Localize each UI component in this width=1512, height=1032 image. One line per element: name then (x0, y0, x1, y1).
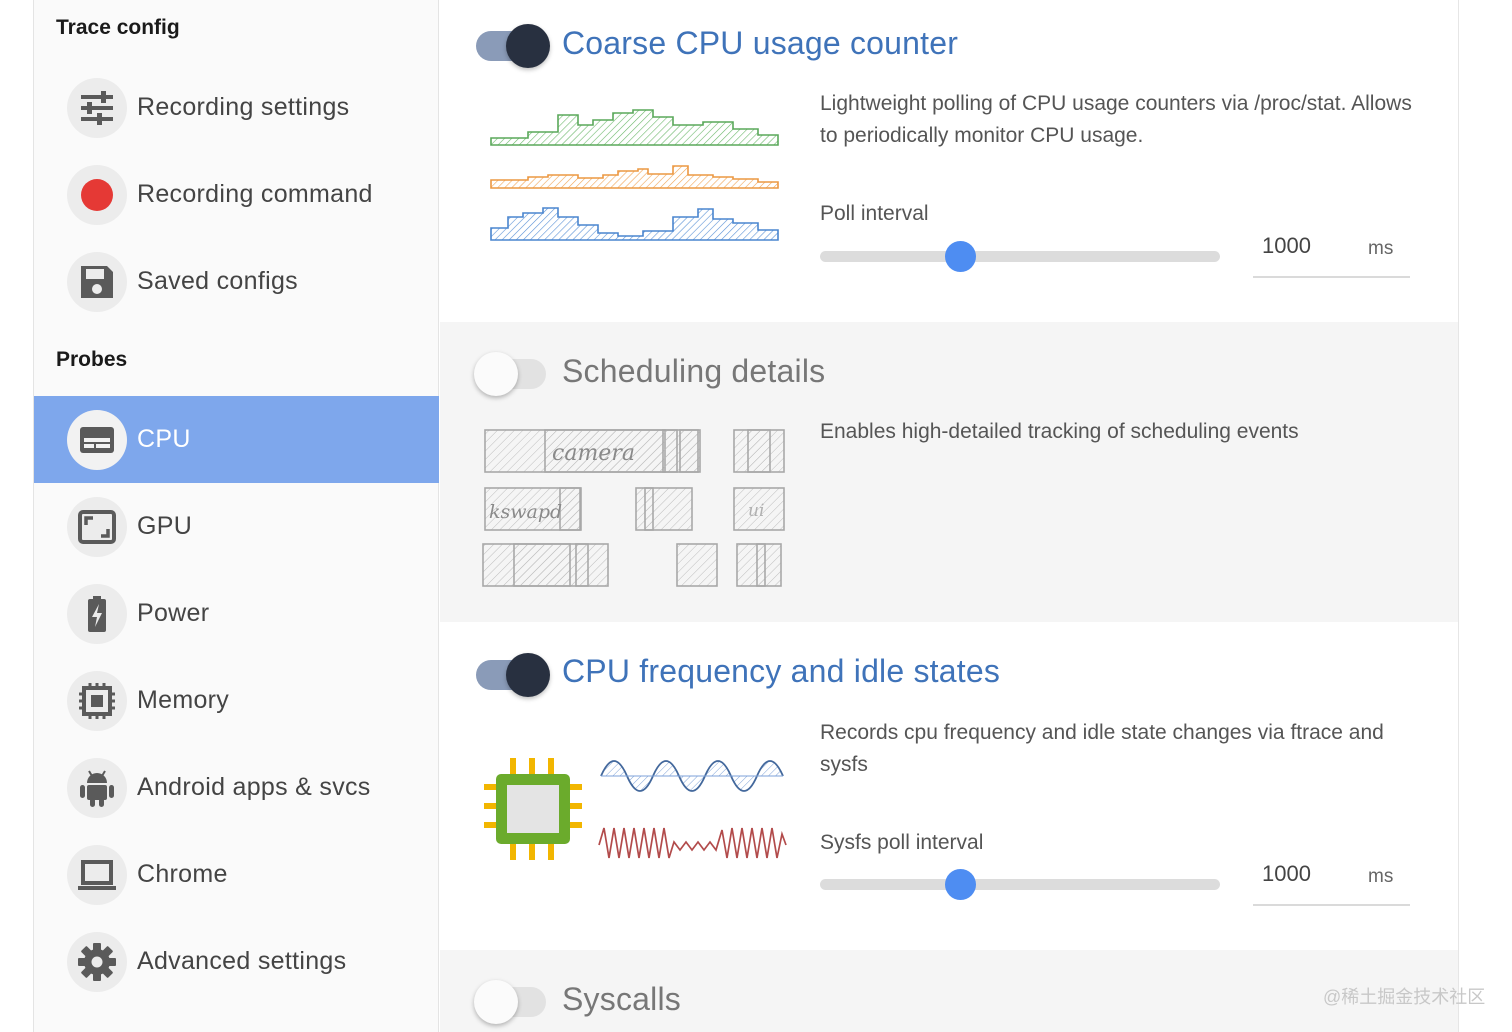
sysfs-poll-interval-input[interactable] (1262, 856, 1342, 892)
sysfs-poll-interval-slider[interactable] (820, 869, 1222, 900)
cpu-frequency-toggle[interactable] (476, 653, 550, 697)
sidebar-item-label: CPU (137, 425, 191, 453)
probe-description: Lightweight polling of CPU usage counter… (820, 92, 1412, 147)
sidebar-item-recording-settings[interactable]: Recording settings (34, 64, 439, 151)
probe-description: Enables high-detailed tracking of schedu… (820, 420, 1299, 443)
sidebar-item-saved-configs[interactable]: Saved configs (34, 238, 439, 325)
android-icon (67, 757, 127, 818)
sidebar-item-chrome[interactable]: Chrome (34, 831, 439, 918)
sidebar-item-label: Android apps & svcs (137, 773, 371, 801)
sidebar-item-label: Recording settings (137, 93, 350, 121)
gpu-icon (67, 496, 127, 557)
sidebar-item-power[interactable]: Power (34, 570, 439, 657)
sidebar-item-label: Advanced settings (137, 947, 347, 975)
sysfs-poll-interval-field: ms (1253, 852, 1410, 906)
poll-interval-label: Poll interval (820, 202, 929, 225)
gear-icon (67, 931, 127, 992)
sidebar-item-memory[interactable]: Memory (34, 657, 439, 744)
record-dot-icon (67, 164, 127, 225)
laptop-icon (67, 844, 127, 905)
cpu-usage-sketch-illustration (490, 109, 779, 241)
sidebar-item-label: Memory (137, 686, 230, 714)
sidebar-item-label: GPU (137, 512, 193, 540)
sidebar-item-label: Saved configs (137, 267, 298, 295)
probe-syscalls: Syscalls (440, 950, 1458, 1032)
slider-thumb[interactable] (945, 869, 976, 900)
sidebar-item-recording-command[interactable]: Recording command (34, 151, 439, 238)
scheduling-toggle[interactable] (474, 352, 550, 396)
probe-title: Scheduling details (562, 353, 826, 389)
sysfs-poll-interval-label: Sysfs poll interval (820, 831, 984, 854)
sidebar-item-label: Power (137, 599, 210, 627)
probe-description: Records cpu frequency and idle state cha… (820, 721, 1384, 776)
memory-chip-icon (67, 670, 127, 731)
unit-label: ms (1368, 238, 1394, 259)
poll-interval-slider[interactable] (820, 241, 1222, 272)
probe-cpu-frequency: CPU frequency and idle states Records cp… (440, 622, 1458, 950)
probe-panel: Coarse CPU usage counter Lightweight pol… (440, 0, 1458, 1032)
probe-title: CPU frequency and idle states (562, 653, 1001, 689)
sketch-label-camera: camera (552, 441, 635, 466)
probes-heading: Probes (56, 348, 128, 371)
probe-title: Syscalls (562, 981, 681, 1017)
sketch-label-kswapd: kswapd (489, 501, 562, 523)
cpu-chip-illustration (484, 758, 582, 860)
sidebar-item-label: Recording command (137, 180, 373, 208)
battery-charging-icon (67, 583, 127, 644)
frequency-waves-illustration (598, 760, 787, 859)
tune-icon (67, 77, 127, 138)
probe-coarse-cpu: Coarse CPU usage counter Lightweight pol… (440, 0, 1458, 322)
sidebar: Trace config Recording settings Recordin… (33, 0, 439, 1032)
unit-label: ms (1368, 866, 1394, 887)
watermark: @稀土掘金技术社区 (1323, 987, 1486, 1007)
poll-interval-field: ms (1253, 224, 1410, 278)
sketch-label-ui: ui (748, 501, 764, 521)
coarse-cpu-toggle[interactable] (476, 24, 550, 68)
sidebar-item-label: Chrome (137, 860, 228, 888)
sidebar-item-android[interactable]: Android apps & svcs (34, 744, 439, 831)
syscalls-toggle[interactable] (474, 980, 550, 1024)
cpu-panel-icon (67, 409, 127, 470)
probe-scheduling: Scheduling details camera kswapd ui Enab… (440, 322, 1458, 622)
trace-config-heading: Trace config (56, 16, 180, 39)
slider-thumb[interactable] (945, 241, 976, 272)
sidebar-item-advanced-settings[interactable]: Advanced settings (34, 918, 439, 1005)
scheduling-sketch-illustration: camera kswapd ui (482, 429, 785, 587)
sidebar-item-cpu[interactable]: CPU (34, 396, 439, 483)
panel-border (1458, 0, 1459, 1032)
sidebar-item-gpu[interactable]: GPU (34, 483, 439, 570)
poll-interval-input[interactable] (1262, 228, 1342, 264)
save-icon (67, 251, 127, 312)
probe-title: Coarse CPU usage counter (562, 25, 959, 61)
